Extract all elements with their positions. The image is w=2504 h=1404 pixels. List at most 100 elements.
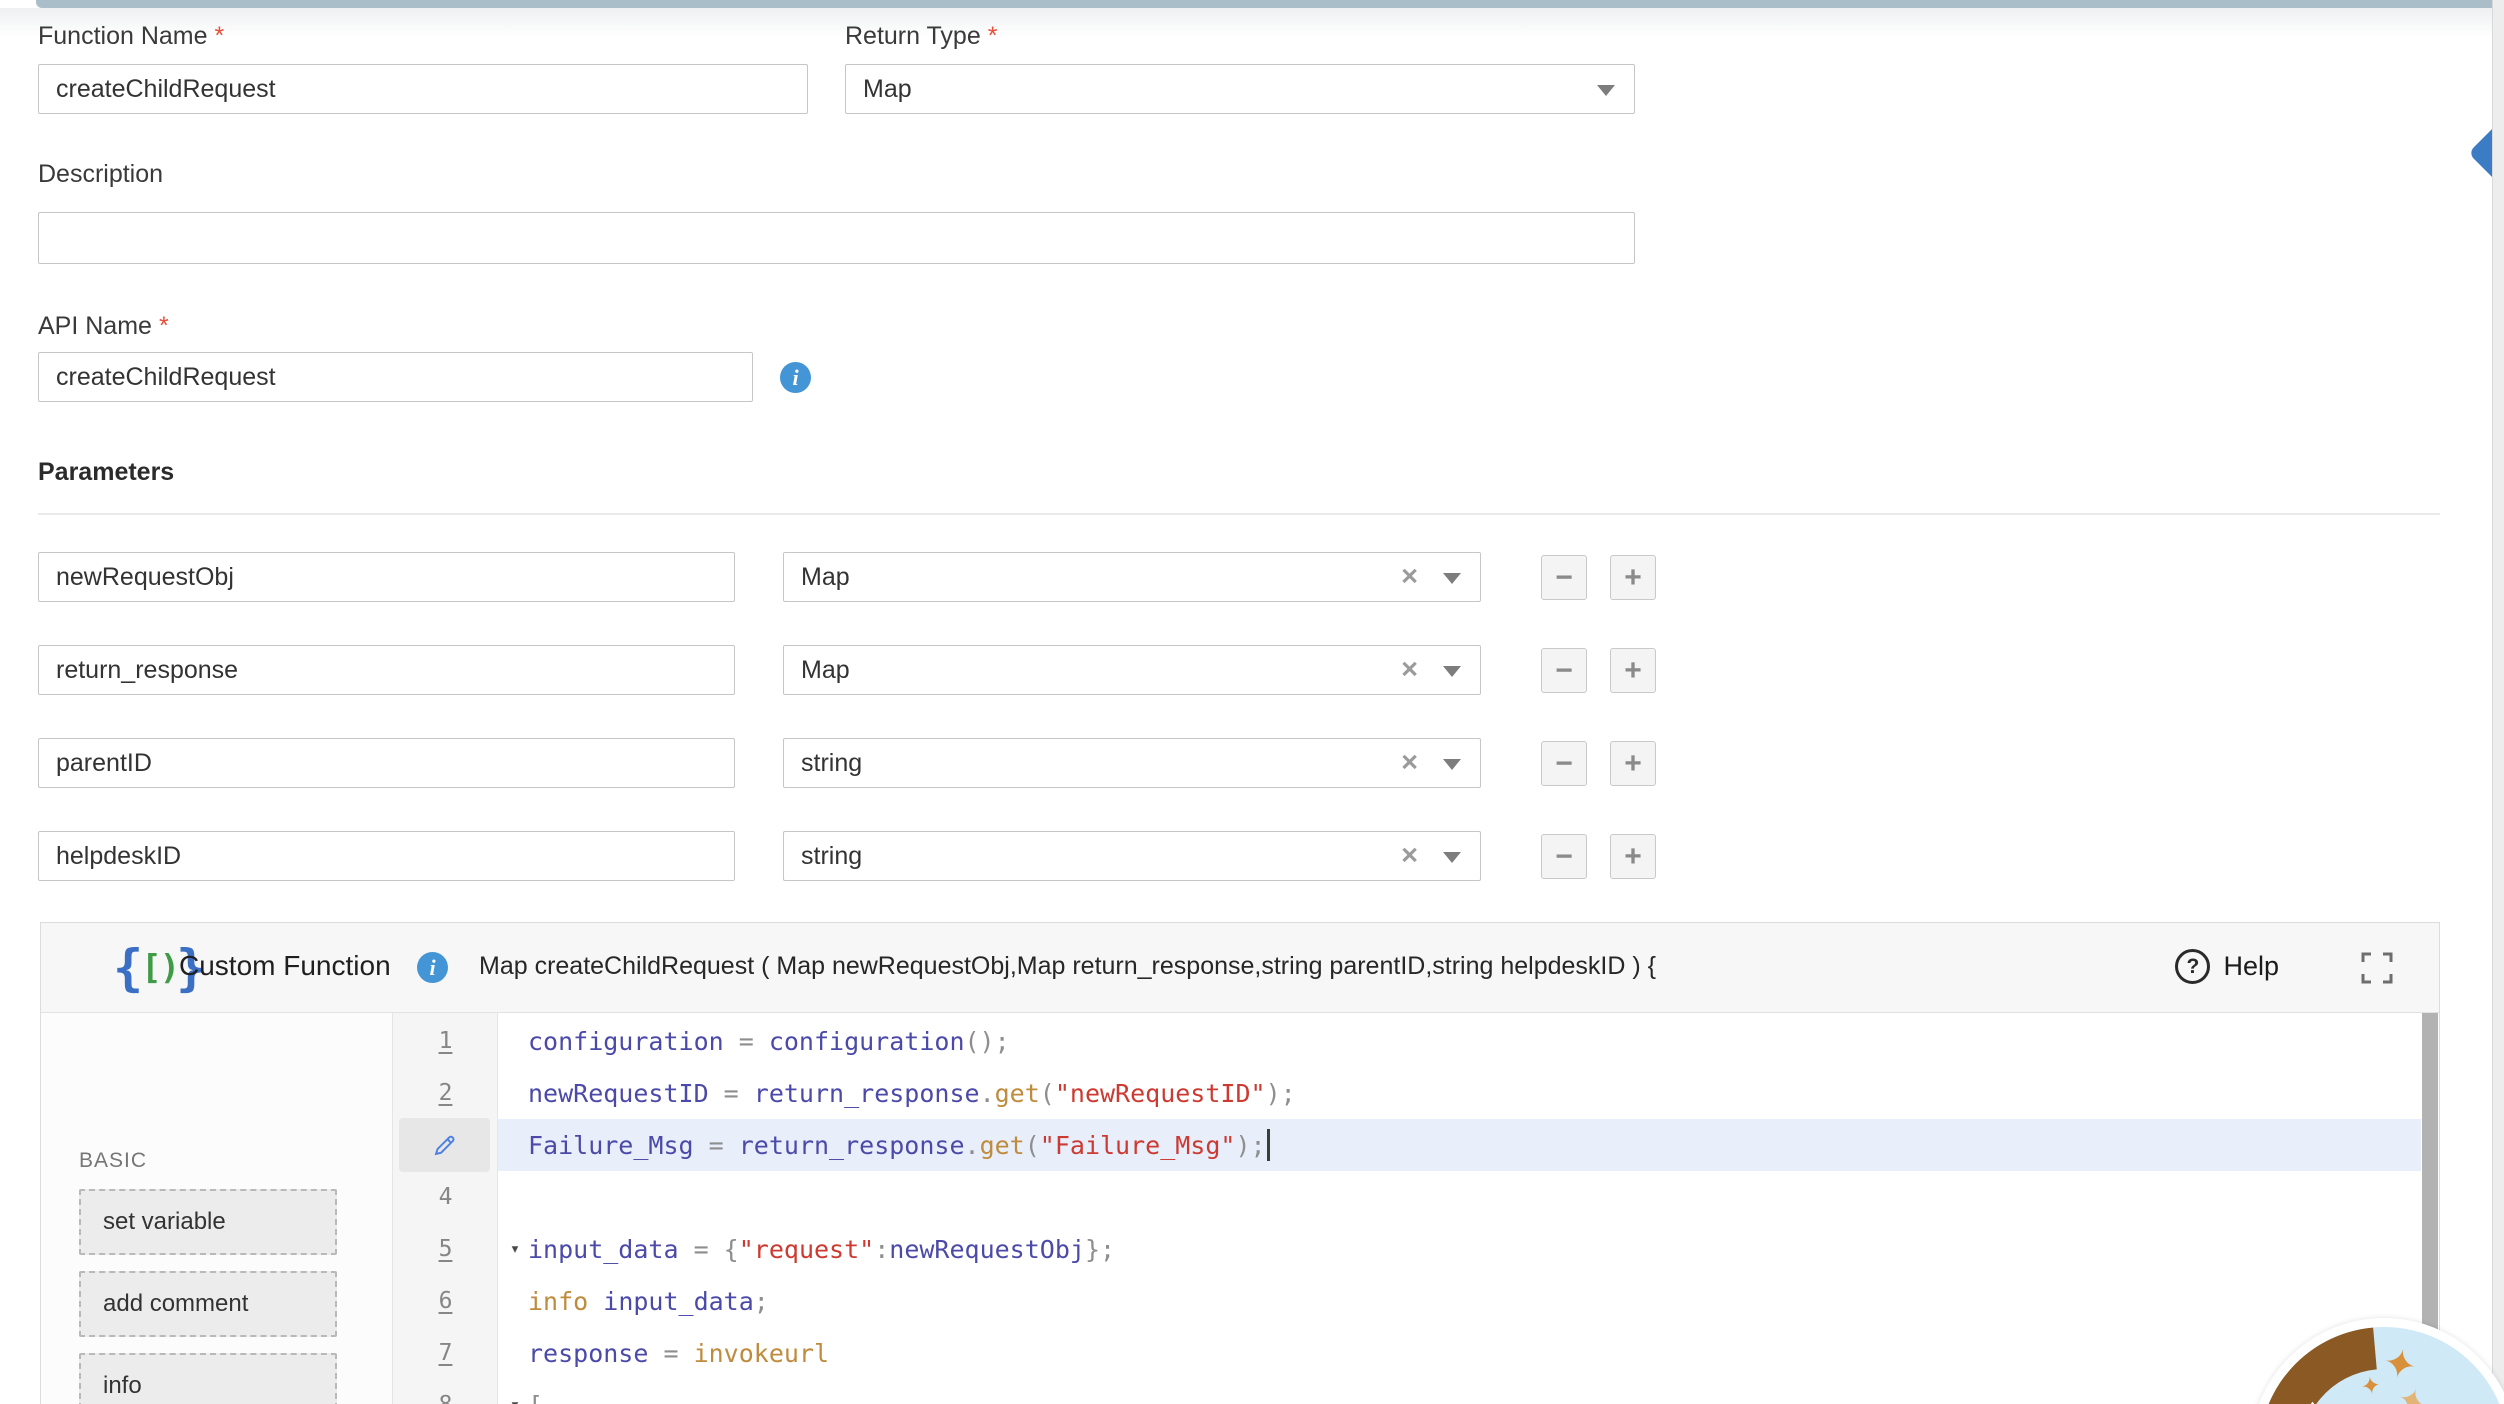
line-number[interactable]: 6 (439, 1288, 453, 1314)
code-line-text[interactable]: configuration = configuration(); (498, 1015, 2421, 1067)
api-name-label-text: API Name (38, 312, 152, 340)
chevron-down-icon (1443, 852, 1461, 863)
parameter-type-select[interactable]: string× (783, 738, 1481, 788)
code-row[interactable]: 4 (393, 1171, 2421, 1223)
function-name-label-text: Function Name (38, 22, 208, 50)
add-parameter-button[interactable]: + (1610, 834, 1656, 879)
gutter-cell: 1 (393, 1015, 498, 1067)
required-asterisk: * (988, 22, 998, 50)
help-button[interactable]: ? Help (2175, 949, 2279, 984)
remove-parameter-button[interactable]: − (1541, 555, 1587, 600)
line-number[interactable]: 4 (439, 1184, 453, 1210)
code-row[interactable]: 5 ▾input_data = {"request":newRequestObj}… (393, 1223, 2421, 1275)
fullscreen-icon[interactable] (2361, 952, 2393, 984)
required-asterisk: * (215, 22, 225, 50)
gutter-cell: 8 (393, 1379, 498, 1404)
function-name-label: Function Name* (38, 22, 224, 51)
line-number[interactable]: 1 (439, 1028, 453, 1054)
code-line-text[interactable]: newRequestID = return_response.get("newR… (498, 1067, 2421, 1119)
toolbox-item-add-comment[interactable]: add comment (79, 1271, 337, 1337)
code-row[interactable]: 8 ▾[ (393, 1379, 2421, 1404)
code-token: = (724, 1027, 769, 1056)
editor-toolbox: BASICset variableadd commentinfoCONDITIO… (41, 1013, 393, 1404)
editor-header: {[)} Custom Function i Map createChildRe… (41, 923, 2439, 1013)
fold-toggle-icon[interactable]: ▾ (502, 1395, 528, 1404)
code-token: . (965, 1131, 980, 1160)
parameter-name-input[interactable] (38, 645, 735, 695)
parameter-name-input[interactable] (38, 738, 735, 788)
chevron-down-icon (1443, 759, 1461, 770)
clear-type-icon[interactable]: × (1401, 749, 1418, 778)
code-token: response (528, 1339, 648, 1368)
parameter-type-value: Map (801, 656, 850, 685)
api-name-input[interactable] (38, 352, 753, 402)
code-editor[interactable]: 1 configuration = configuration(); 2 newReq… (393, 1013, 2421, 1404)
toolbox-item-info[interactable]: info (79, 1353, 337, 1404)
function-name-input[interactable] (38, 64, 808, 114)
parameters-heading: Parameters (38, 458, 174, 487)
function-signature: Map createChildRequest ( Map newRequestO… (479, 952, 1656, 981)
code-line-text[interactable]: ▾[ (498, 1379, 2421, 1404)
code-line-text[interactable] (498, 1171, 2421, 1223)
info-glyph: i (792, 365, 798, 391)
toolbox-item-set-variable[interactable]: set variable (79, 1189, 337, 1255)
code-token: = (709, 1079, 754, 1108)
custom-function-panel: {[)} Custom Function i Map createChildRe… (40, 922, 2440, 1404)
description-input[interactable] (38, 212, 1635, 264)
editor-scrollbar[interactable] (2422, 1013, 2438, 1353)
add-parameter-button[interactable]: + (1610, 741, 1656, 786)
code-token: return_response (754, 1079, 980, 1108)
code-line-text[interactable]: Failure_Msg = return_response.get("Failu… (498, 1119, 2421, 1171)
gutter-cell: 5 (393, 1223, 498, 1275)
section-divider (38, 513, 2440, 515)
clear-type-icon[interactable]: × (1401, 656, 1418, 685)
question-glyph: ? (2187, 955, 2200, 979)
parameter-name-input[interactable] (38, 831, 735, 881)
parameter-type-select[interactable]: string× (783, 831, 1481, 881)
add-parameter-button[interactable]: + (1610, 555, 1656, 600)
code-token: : (874, 1235, 889, 1264)
remove-parameter-button[interactable]: − (1541, 648, 1587, 693)
code-row[interactable]: 6 info input_data; (393, 1275, 2421, 1327)
editor-info-icon[interactable]: i (417, 952, 448, 983)
code-line-text[interactable]: info input_data; (498, 1275, 2421, 1327)
code-row[interactable]: Failure_Msg = return_response.get("Failu… (393, 1119, 2421, 1171)
code-token: input_data (603, 1287, 754, 1316)
line-number[interactable]: 7 (439, 1340, 453, 1366)
code-token: newRequestID (528, 1079, 709, 1108)
code-line-text[interactable]: ▾input_data = {"request":newRequestObj}; (498, 1223, 2421, 1275)
description-label-text: Description (38, 160, 163, 188)
gutter-cell (393, 1119, 498, 1171)
remove-parameter-button[interactable]: − (1541, 834, 1587, 879)
line-number[interactable]: 2 (439, 1080, 453, 1106)
code-row[interactable]: 7 response = invokeurl (393, 1327, 2421, 1379)
gutter-cell: 2 (393, 1067, 498, 1119)
parameter-type-select[interactable]: Map × (783, 645, 1481, 695)
return-type-label: Return Type* (845, 22, 997, 51)
edit-line-pencil-icon[interactable] (399, 1118, 490, 1172)
page-scrollbar[interactable] (2492, 0, 2504, 1404)
api-name-label: API Name* (38, 312, 169, 341)
code-token: info (528, 1287, 603, 1316)
text-cursor (1267, 1129, 1270, 1161)
code-token: invokeurl (694, 1339, 829, 1368)
remove-parameter-button[interactable]: − (1541, 741, 1587, 786)
parameter-type-select[interactable]: Map× (783, 552, 1481, 602)
code-token: get (995, 1079, 1040, 1108)
top-gradient (0, 8, 2504, 38)
code-row[interactable]: 1 configuration = configuration(); (393, 1015, 2421, 1067)
code-token: input_data (528, 1235, 679, 1264)
add-parameter-button[interactable]: + (1610, 648, 1656, 693)
code-line-text[interactable]: response = invokeurl (498, 1327, 2421, 1379)
clear-type-icon[interactable]: × (1401, 563, 1418, 592)
line-number[interactable]: 5 (439, 1236, 453, 1262)
line-number[interactable]: 8 (439, 1392, 453, 1404)
fold-toggle-icon[interactable]: ▾ (502, 1239, 528, 1259)
api-name-info-icon[interactable]: i (780, 362, 811, 393)
parameter-name-input[interactable] (38, 552, 735, 602)
code-row[interactable]: 2 newRequestID = return_response.get("new… (393, 1067, 2421, 1119)
clear-type-icon[interactable]: × (1401, 842, 1418, 871)
code-token: newRequestObj (889, 1235, 1085, 1264)
toolbox-section-label: BASIC (79, 1149, 147, 1173)
return-type-select[interactable]: Map (845, 64, 1635, 114)
